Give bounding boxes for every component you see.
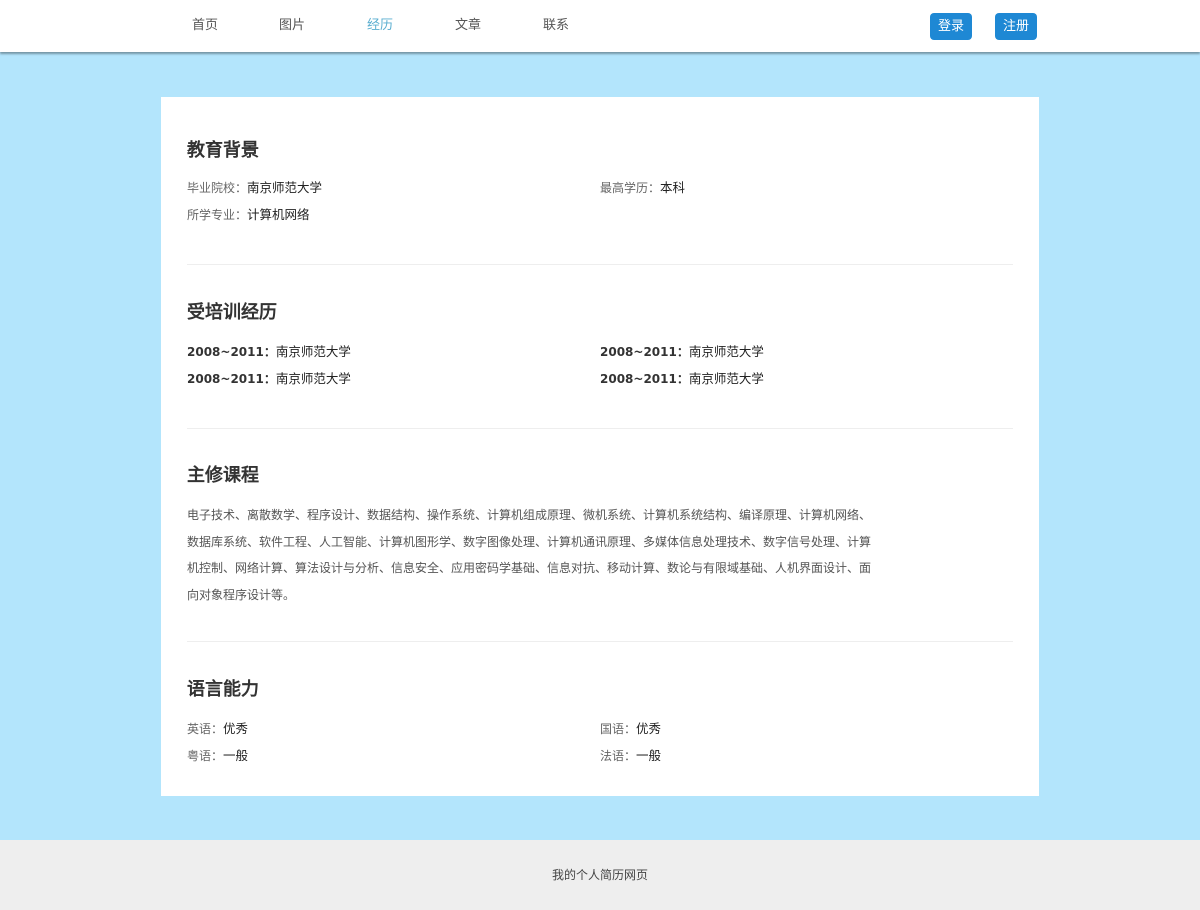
- section-divider: [187, 264, 1013, 265]
- nav-item-articles[interactable]: 文章: [455, 18, 481, 34]
- training-item: 2008~2011：南京师范大学: [600, 371, 764, 387]
- courses-title: 主修课程: [187, 465, 259, 486]
- education-title: 教育背景: [187, 140, 259, 161]
- language-label: 国语：: [600, 722, 637, 736]
- training-period: 2008~2011：: [600, 345, 689, 359]
- school-label: 毕业院校：: [187, 181, 248, 195]
- degree-field: 最高学历：本科: [600, 180, 685, 196]
- top-navbar: 首页 图片 经历 文章 联系 登录 注册: [0, 0, 1200, 52]
- training-period: 2008~2011：: [187, 345, 276, 359]
- languages-title: 语言能力: [187, 679, 259, 700]
- courses-line: 电子技术、离散数学、程序设计、数据结构、操作系统、计算机组成原理、微机系统、计算…: [187, 508, 872, 522]
- training-item: 2008~2011：南京师范大学: [187, 344, 351, 360]
- language-value: 优秀: [223, 721, 249, 736]
- courses-line: 机控制、网络计算、算法设计与分析、信息安全、应用密码学基础、信息对抗、移动计算、…: [187, 561, 872, 575]
- nav-item-photos[interactable]: 图片: [279, 18, 305, 34]
- major-value: 计算机网络: [247, 207, 310, 222]
- training-title: 受培训经历: [187, 302, 277, 323]
- training-place: 南京师范大学: [688, 344, 764, 359]
- training-item: 2008~2011：南京师范大学: [600, 344, 764, 360]
- resume-card: 教育背景 毕业院校：南京师范大学 最高学历：本科 所学专业：计算机网络 受培训经…: [161, 97, 1039, 796]
- courses-line: 数据库系统、软件工程、人工智能、计算机图形学、数字图像处理、计算机通讯原理、多媒…: [187, 534, 872, 549]
- nav-item-contact[interactable]: 联系: [543, 18, 569, 34]
- language-item: 法语：一般: [600, 748, 661, 764]
- section-divider: [187, 641, 1013, 642]
- language-item: 粤语：一般: [187, 748, 248, 764]
- major-field: 所学专业：计算机网络: [187, 207, 310, 223]
- major-label: 所学专业：: [187, 208, 248, 222]
- register-button[interactable]: 注册: [995, 13, 1038, 40]
- language-value: 一般: [636, 748, 662, 763]
- school-value: 南京师范大学: [247, 180, 323, 195]
- language-label: 法语：: [600, 749, 637, 763]
- courses-line: 向对象程序设计等。: [187, 587, 296, 602]
- training-place: 南京师范大学: [275, 344, 351, 359]
- login-button[interactable]: 登录: [930, 13, 973, 40]
- training-period: 2008~2011：: [187, 372, 276, 386]
- training-place: 南京师范大学: [275, 371, 351, 386]
- language-value: 优秀: [636, 721, 662, 736]
- language-item: 英语：优秀: [187, 721, 248, 737]
- courses-text: 电子技术、离散数学、程序设计、数据结构、操作系统、计算机组成原理、微机系统、计算…: [187, 502, 907, 608]
- training-place: 南京师范大学: [688, 371, 764, 386]
- degree-value: 本科: [660, 180, 686, 195]
- language-label: 英语：: [187, 722, 224, 736]
- page-footer: 我的个人简历网页: [0, 840, 1200, 910]
- section-divider: [187, 428, 1013, 429]
- nav-item-home[interactable]: 首页: [192, 18, 218, 34]
- language-label: 粤语：: [187, 749, 224, 763]
- language-value: 一般: [223, 748, 249, 763]
- degree-label: 最高学历：: [600, 181, 661, 195]
- footer-text: 我的个人简历网页: [551, 868, 648, 882]
- training-period: 2008~2011：: [600, 372, 689, 386]
- school-field: 毕业院校：南京师范大学: [187, 180, 322, 196]
- language-item: 国语：优秀: [600, 721, 661, 737]
- training-item: 2008~2011：南京师范大学: [187, 371, 351, 387]
- nav-item-experience[interactable]: 经历: [367, 18, 393, 34]
